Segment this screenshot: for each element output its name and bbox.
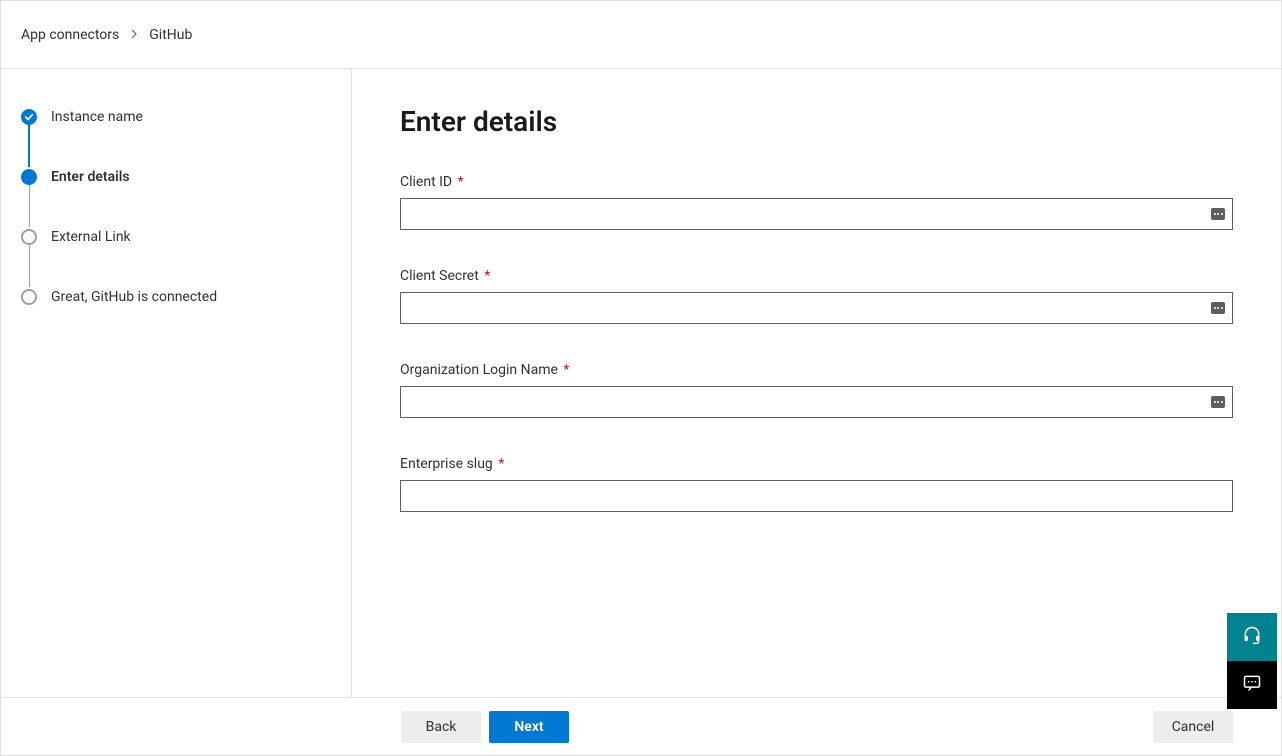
field-label: Client ID * xyxy=(400,174,1233,190)
wizard-step-external-link[interactable]: External Link xyxy=(21,227,331,247)
wizard-step-connected[interactable]: Great, GitHub is connected xyxy=(21,287,331,307)
input-wrap xyxy=(400,480,1233,512)
next-button[interactable]: Next xyxy=(489,711,569,743)
page-title: Enter details xyxy=(400,105,1233,138)
wizard-step-label: Great, GitHub is connected xyxy=(51,289,217,305)
step-connector xyxy=(28,125,30,167)
required-indicator: * xyxy=(484,268,490,284)
footer-left-buttons: Back Next xyxy=(401,711,569,743)
field-label: Client Secret * xyxy=(400,268,1233,284)
field-label-text: Organization Login Name xyxy=(400,362,558,378)
headset-icon xyxy=(1242,625,1262,649)
more-icon[interactable] xyxy=(1211,396,1225,408)
breadcrumb-root-link[interactable]: App connectors xyxy=(21,27,119,43)
feedback-button[interactable] xyxy=(1227,661,1277,709)
input-wrap xyxy=(400,386,1233,418)
input-wrap xyxy=(400,292,1233,324)
floating-action-buttons xyxy=(1227,613,1277,709)
wizard-step-instance-name[interactable]: Instance name xyxy=(21,107,331,127)
more-icon[interactable] xyxy=(1211,208,1225,220)
required-indicator: * xyxy=(563,362,569,378)
checkmark-icon xyxy=(21,109,37,125)
chevron-right-icon xyxy=(129,27,139,43)
chat-icon xyxy=(1242,673,1262,697)
input-wrap xyxy=(400,198,1233,230)
field-label-text: Client ID xyxy=(400,174,452,190)
step-connector xyxy=(29,245,30,287)
client-secret-input[interactable] xyxy=(400,292,1233,324)
field-org-login-name: Organization Login Name * xyxy=(400,362,1233,418)
wizard-steps: Instance name Enter details External Lin… xyxy=(21,107,331,307)
wizard-step-label: External Link xyxy=(51,229,131,245)
help-button[interactable] xyxy=(1227,613,1277,661)
more-icon[interactable] xyxy=(1211,302,1225,314)
breadcrumb: App connectors GitHub xyxy=(1,1,1281,69)
wizard-step-enter-details[interactable]: Enter details xyxy=(21,167,331,187)
back-button[interactable]: Back xyxy=(401,711,481,743)
cancel-button[interactable]: Cancel xyxy=(1153,711,1233,743)
wizard-step-label: Instance name xyxy=(51,109,143,125)
field-client-id: Client ID * xyxy=(400,174,1233,230)
wizard-footer: Back Next Cancel xyxy=(1,697,1281,756)
main-panel: Enter details Client ID * Client Secret … xyxy=(352,69,1281,697)
pending-step-icon xyxy=(21,229,37,245)
wizard-step-label: Enter details xyxy=(51,169,130,185)
field-client-secret: Client Secret * xyxy=(400,268,1233,324)
field-label: Organization Login Name * xyxy=(400,362,1233,378)
wizard-steps-panel: Instance name Enter details External Lin… xyxy=(1,69,352,697)
current-step-icon xyxy=(21,169,37,185)
page-root: App connectors GitHub Instance name Ente… xyxy=(0,0,1282,756)
field-label-text: Enterprise slug xyxy=(400,456,493,472)
required-indicator: * xyxy=(498,456,504,472)
breadcrumb-current: GitHub xyxy=(149,27,192,43)
org-login-name-input[interactable] xyxy=(400,386,1233,418)
body-area: Instance name Enter details External Lin… xyxy=(1,69,1281,697)
enterprise-slug-input[interactable] xyxy=(400,480,1233,512)
field-label: Enterprise slug * xyxy=(400,456,1233,472)
footer-right-buttons: Cancel xyxy=(1153,711,1233,743)
field-label-text: Client Secret xyxy=(400,268,479,284)
client-id-input[interactable] xyxy=(400,198,1233,230)
field-enterprise-slug: Enterprise slug * xyxy=(400,456,1233,512)
pending-step-icon xyxy=(21,289,37,305)
required-indicator: * xyxy=(458,174,464,190)
step-connector xyxy=(29,185,30,227)
